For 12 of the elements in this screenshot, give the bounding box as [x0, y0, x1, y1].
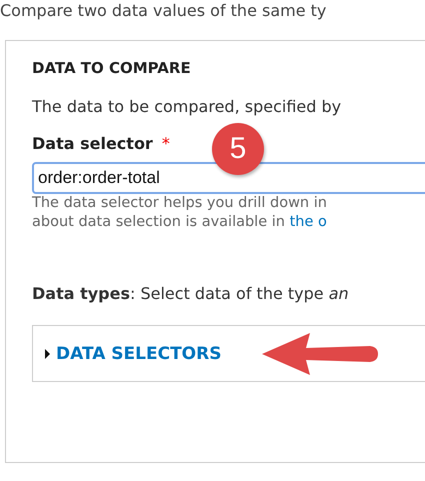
required-marker: *: [162, 134, 170, 153]
help-text: The data selector helps you drill down in: [32, 194, 328, 213]
details-summary[interactable]: DATA SELECTORS: [45, 344, 222, 364]
data-types-text: Data types: Select data of the type an: [32, 284, 350, 303]
fieldset-description: The data to be compared, specified by: [32, 97, 342, 116]
intro-text: Compare two data values of the same ty: [0, 1, 328, 20]
fieldset-legend: DATA TO COMPARE: [32, 59, 425, 77]
help-link[interactable]: the o: [290, 214, 327, 230]
field-label: Data selector: [32, 134, 153, 153]
help-text: about data selection is available in: [32, 214, 286, 230]
data-selector-field[interactable]: order:order-total: [32, 162, 425, 194]
step-badge: 5: [212, 123, 264, 175]
